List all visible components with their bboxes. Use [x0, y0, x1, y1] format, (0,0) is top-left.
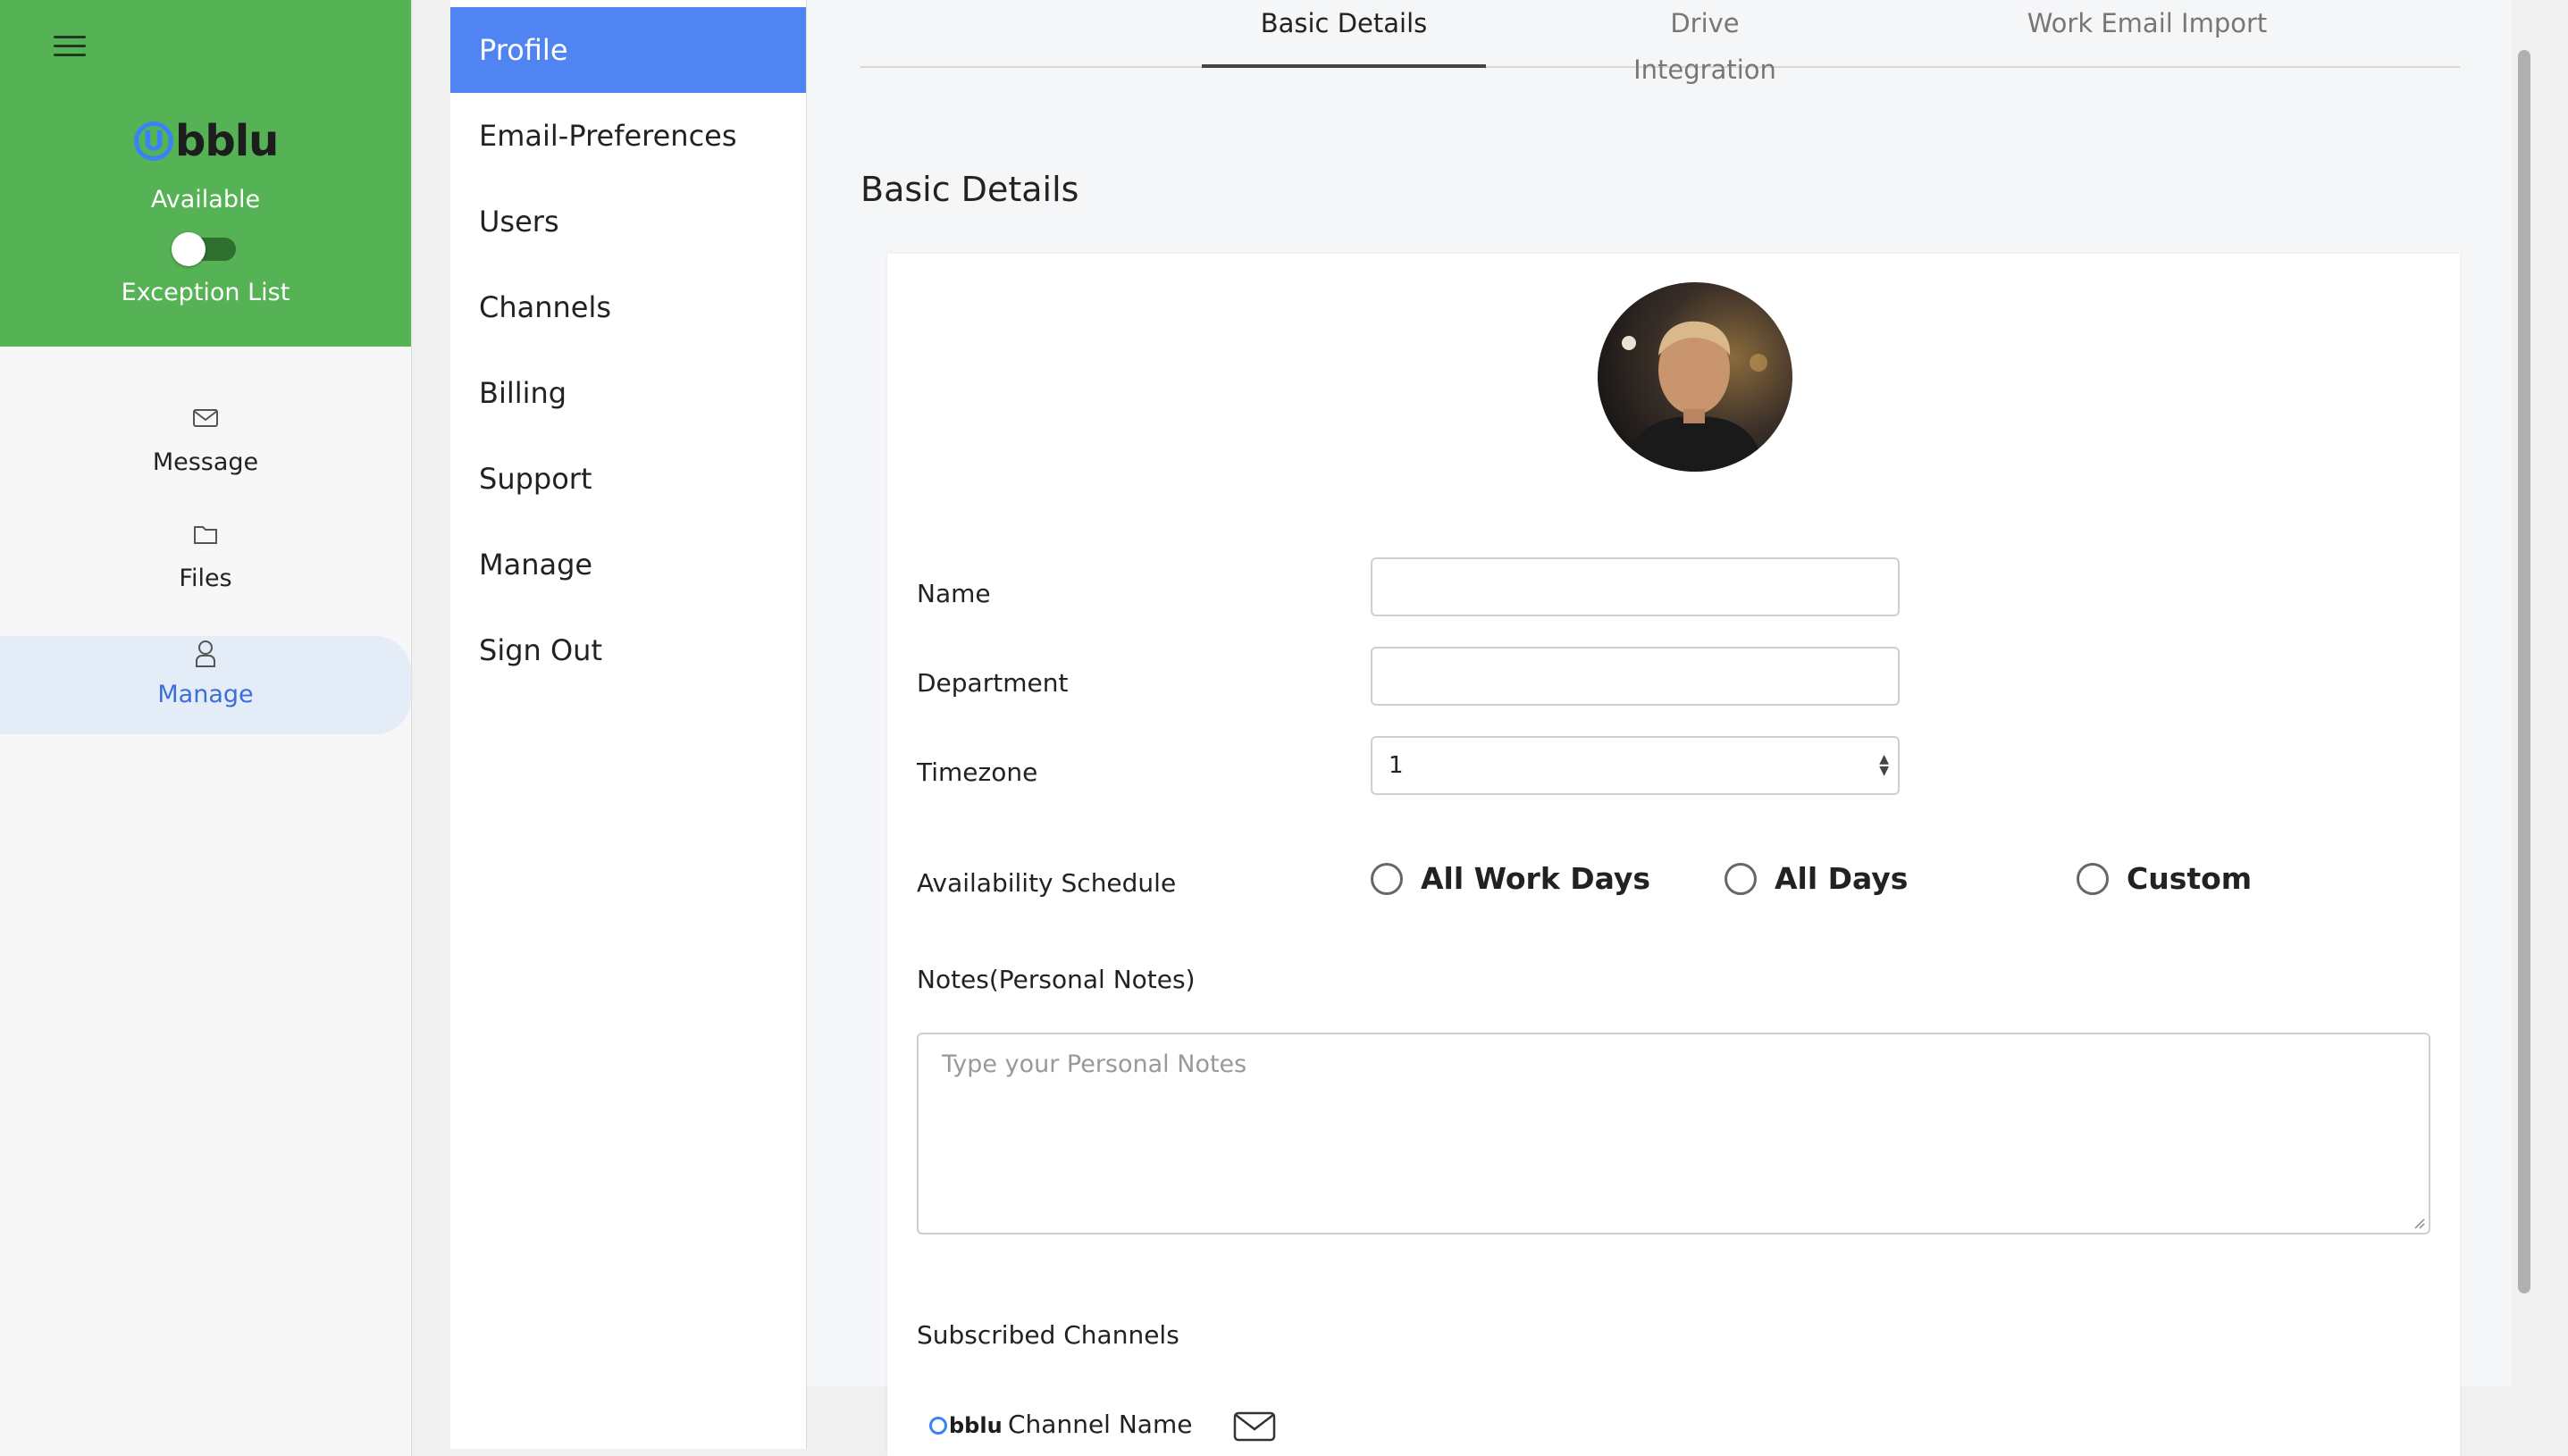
- radio-label: Custom: [2127, 861, 2253, 896]
- rail-item-manage[interactable]: Manage: [0, 636, 411, 734]
- availability-toggle[interactable]: [172, 230, 239, 266]
- tab-bar: Basic Details Drive Integration Work Ema…: [860, 0, 2460, 85]
- scrollbar-thumb[interactable]: [2518, 50, 2530, 1293]
- timezone-select[interactable]: 1 ▲ ▼: [1371, 736, 1900, 795]
- name-input[interactable]: [1371, 557, 1900, 616]
- notes-placeholder: Type your Personal Notes: [942, 1050, 1247, 1078]
- tab-work-email-import[interactable]: Work Email Import: [2020, 0, 2274, 64]
- folder-icon: [194, 526, 217, 544]
- spinner-arrows-icon: ▲ ▼: [1879, 752, 1889, 778]
- radio-circle-icon: [2077, 862, 2109, 895]
- radio-circle-icon: [1725, 862, 1757, 895]
- notes-textarea[interactable]: Type your Personal Notes: [917, 1033, 2430, 1234]
- envelope-icon: [193, 409, 218, 427]
- menu-item-sign-out[interactable]: Sign Out: [450, 607, 806, 693]
- menu-item-manage[interactable]: Manage: [450, 522, 806, 607]
- department-input[interactable]: [1371, 647, 1900, 706]
- rail-item-label: Message: [152, 448, 259, 476]
- hamburger-menu-icon[interactable]: [54, 36, 89, 63]
- settings-menu: Profile Email-Preferences Users Channels…: [450, 0, 807, 1449]
- tab-basic-details[interactable]: Basic Details: [1202, 0, 1486, 68]
- radio-circle-icon: [1371, 862, 1403, 895]
- radio-custom[interactable]: Custom: [2077, 861, 2252, 896]
- user-icon: [196, 640, 215, 667]
- menu-item-channels[interactable]: Channels: [450, 264, 806, 350]
- app-logo: U bblu: [134, 114, 279, 168]
- timezone-value: 1: [1389, 752, 1404, 779]
- menu-item-support[interactable]: Support: [450, 436, 806, 522]
- logo-u-mark: U: [134, 121, 173, 161]
- logo-text: bblu: [175, 116, 279, 166]
- scrollbar[interactable]: [2513, 0, 2568, 1456]
- radio-all-work-days[interactable]: All Work Days: [1371, 861, 1650, 896]
- menu-item-profile[interactable]: Profile: [450, 7, 806, 93]
- resize-grip-icon[interactable]: [2413, 1217, 2425, 1229]
- channel-logo: bblu: [929, 1413, 1003, 1438]
- section-title: Basic Details: [860, 170, 1079, 209]
- rail-item-message[interactable]: Message: [0, 407, 411, 500]
- timezone-label: Timezone: [917, 757, 1038, 787]
- radio-label: All Days: [1775, 861, 1909, 896]
- tab-drive-integration[interactable]: Drive Integration: [1602, 0, 1808, 85]
- radio-label: All Work Days: [1421, 861, 1651, 896]
- radio-all-days[interactable]: All Days: [1725, 861, 1908, 896]
- channel-name: Channel Name: [1008, 1410, 1193, 1439]
- avatar[interactable]: [1598, 282, 1792, 472]
- channel-email-icon[interactable]: [1233, 1410, 1276, 1443]
- notes-label: Notes(Personal Notes): [917, 965, 1196, 994]
- rail-header: U bblu Available Exception List: [0, 0, 411, 347]
- exception-list-link[interactable]: Exception List: [0, 279, 411, 306]
- channel-logo-text: bblu: [949, 1413, 1003, 1438]
- rail-item-files[interactable]: Files: [0, 523, 411, 616]
- menu-item-users[interactable]: Users: [450, 179, 806, 264]
- left-rail: U bblu Available Exception List Message …: [0, 0, 412, 1456]
- rail-item-label: Files: [179, 565, 232, 592]
- status-label: Available: [150, 186, 261, 213]
- logo-u-mark-small: [929, 1417, 947, 1435]
- rail-item-label: Manage: [157, 681, 254, 708]
- avatar-photo-icon: [1598, 282, 1792, 472]
- department-label: Department: [917, 668, 1069, 698]
- name-label: Name: [917, 579, 991, 608]
- menu-item-billing[interactable]: Billing: [450, 350, 806, 436]
- menu-item-email-preferences[interactable]: Email-Preferences: [450, 93, 806, 179]
- availability-label: Availability Schedule: [917, 868, 1177, 898]
- subscribed-channels-label: Subscribed Channels: [917, 1320, 1179, 1350]
